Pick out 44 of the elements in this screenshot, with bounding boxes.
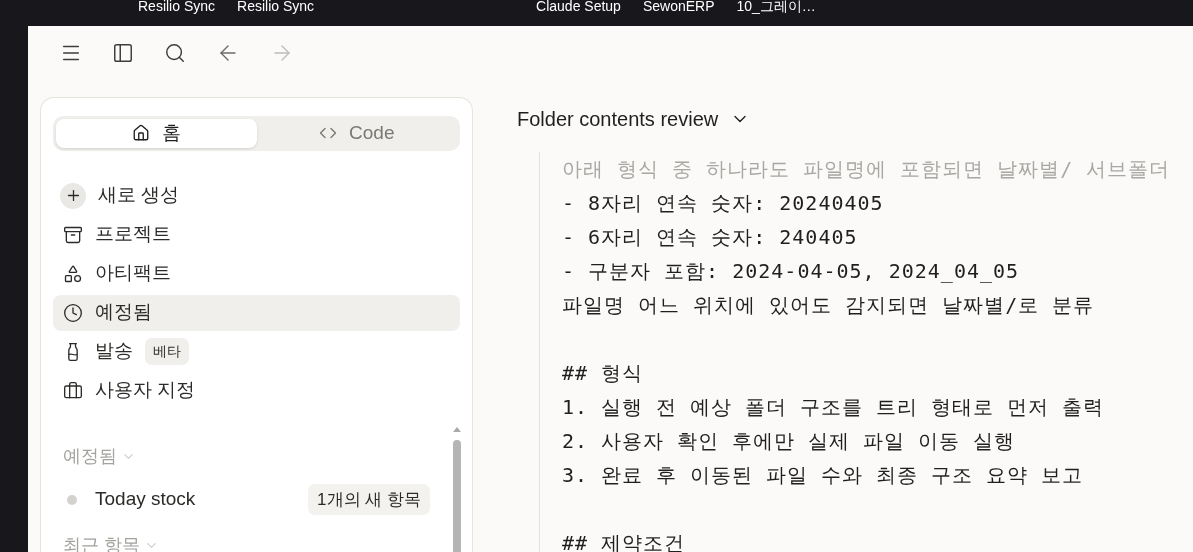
sidebar-toggle-icon[interactable] — [112, 42, 134, 64]
item-label: Today stock — [95, 487, 197, 512]
search-icon[interactable] — [164, 42, 186, 64]
beta-badge: 베타 — [145, 338, 189, 365]
code-line: 3. 완료 후 이동된 파일 수와 최종 구조 요약 보고 — [562, 462, 1084, 489]
sidebar-item[interactable]: 발송 베타 — [53, 333, 460, 370]
tray-icon — [63, 224, 83, 245]
sidebar-item[interactable]: 예정됨 — [53, 294, 460, 331]
code-line: 아래 형식 중 하나라도 파일명에 포함되면 날짜별/ 서브폴더 — [562, 156, 1171, 183]
desktop-icon-label[interactable]: Claude Setup — [536, 0, 621, 12]
scheduled-item[interactable]: Today stock 1개의 새 항목 — [53, 481, 438, 518]
code-line: 1. 실행 전 예상 폴더 구조를 트리 형태로 먼저 출력 — [562, 394, 1105, 421]
new-items-badge: 1개의 새 항목 — [308, 483, 430, 516]
desktop-icon-label[interactable]: Resilio Sync — [138, 0, 216, 12]
code-line: - 8자리 연속 숫자: 20240405 — [562, 190, 884, 217]
code-line: - 구분자 포함: 2024-04-05, 2024_04_05 — [562, 258, 1020, 285]
desktop-icon-label[interactable]: 10_그레이… — [736, 0, 816, 12]
shapes-icon — [63, 263, 83, 284]
plus-icon — [60, 182, 86, 209]
code-line: - 6자리 연속 숫자: 240405 — [562, 224, 858, 251]
clock-icon — [63, 302, 83, 323]
sidebar-item[interactable]: 사용자 지정 — [53, 372, 460, 409]
item-label: 예정됨 — [95, 300, 152, 325]
home-icon — [131, 124, 150, 143]
desktop-icon-label[interactable]: Resilio Sync — [237, 0, 315, 12]
scroll-up-arrow-icon[interactable] — [453, 426, 461, 432]
sidebar-item[interactable]: 새로 생성 — [53, 177, 460, 214]
nav-tab[interactable]: 홈 — [56, 119, 257, 148]
briefcase-icon — [63, 380, 83, 401]
scrollbar[interactable] — [452, 426, 462, 552]
item-label: 프로젝트 — [95, 222, 171, 247]
item-label: 발송 — [95, 339, 133, 364]
item-label: 새로 생성 — [98, 183, 180, 208]
item-label: 아티팩트 — [95, 261, 171, 286]
sidebar-item[interactable]: 프로젝트 — [53, 216, 460, 253]
item-label: 사용자 지정 — [95, 378, 196, 403]
conversation-title[interactable]: Folder contents review — [517, 104, 1193, 134]
section-heading: 예정됨 — [63, 444, 117, 468]
code-line: 2. 사용자 확인 후에만 실제 파일 이동 실행 — [562, 428, 1016, 455]
code-line: 파일명 어느 위치에 있어도 감지되면 날짜별/로 분류 — [562, 292, 1095, 319]
desktop-icon-label[interactable]: SewonERP — [642, 0, 715, 12]
sidebar-item[interactable]: 아티팩트 — [53, 255, 460, 292]
nav-tab[interactable]: Code — [256, 119, 457, 148]
code-line: ## 형식 — [562, 360, 644, 387]
